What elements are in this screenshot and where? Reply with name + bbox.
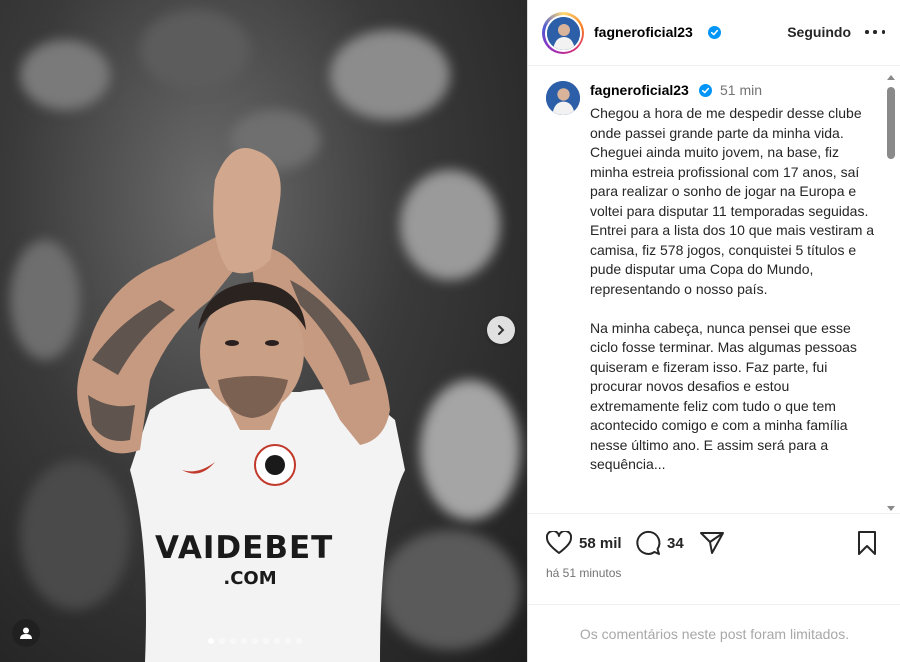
like-count[interactable]: 58 mil [579, 535, 622, 552]
tagged-users-button[interactable] [12, 619, 40, 647]
verified-badge-icon [699, 84, 712, 97]
user-tag-icon [20, 627, 32, 639]
following-button[interactable]: Seguindo [787, 24, 851, 40]
caption-avatar[interactable] [546, 81, 580, 115]
header-username[interactable]: fagneroficial23 [594, 24, 693, 40]
scroll-up-arrow[interactable] [887, 75, 895, 80]
carousel-indicator [208, 638, 302, 644]
avatar [546, 16, 580, 50]
chevron-right-icon [498, 325, 505, 335]
carousel-dot [208, 638, 214, 644]
comment-bubble-icon[interactable] [634, 529, 662, 557]
carousel-dot [274, 638, 280, 644]
carousel-dot [285, 638, 291, 644]
post-media[interactable]: VAIDEBET .COM [0, 0, 527, 662]
carousel-dot [263, 638, 269, 644]
caption-text: Chegou a hora de me despedir desse clube… [590, 105, 875, 472]
post-side-panel: fagneroficial23 Seguindo fagneroficial23… [527, 0, 900, 662]
post-date[interactable]: há 51 minutos [546, 566, 621, 580]
sponsor-line-1: VAIDEBET [155, 530, 334, 566]
comments-limited-text: Os comentários neste post foram limitado… [579, 625, 850, 642]
scroll-thumb[interactable] [887, 87, 895, 159]
caption-scroll-area[interactable]: fagneroficial23 51 min Chegou a hora de … [528, 67, 900, 513]
sponsor-line-2: .COM [223, 568, 277, 589]
carousel-dot [230, 638, 236, 644]
more-options-icon[interactable] [865, 25, 885, 39]
caption-username[interactable]: fagneroficial23 [590, 82, 689, 98]
scroll-down-arrow[interactable] [887, 506, 895, 511]
heart-icon[interactable] [545, 529, 573, 557]
carousel-dot [296, 638, 302, 644]
caption-timestamp[interactable]: 51 min [720, 82, 762, 98]
post-actions: 58 mil 34 há 51 minutos [528, 513, 900, 603]
comments-limited-notice: Os comentários neste post foram limitado… [528, 604, 900, 662]
post-header: fagneroficial23 Seguindo [528, 0, 900, 66]
carousel-dot [241, 638, 247, 644]
jersey-sponsor: VAIDEBET .COM [155, 530, 334, 589]
comment-count[interactable]: 34 [667, 535, 684, 552]
bookmark-icon[interactable] [853, 529, 881, 557]
carousel-dot [252, 638, 258, 644]
caption-scrollbar[interactable] [885, 75, 897, 511]
next-slide-button[interactable] [487, 316, 515, 344]
verified-badge-icon [708, 26, 721, 39]
story-ring[interactable] [542, 12, 584, 54]
paper-plane-icon[interactable] [698, 529, 726, 557]
carousel-dot [219, 638, 225, 644]
